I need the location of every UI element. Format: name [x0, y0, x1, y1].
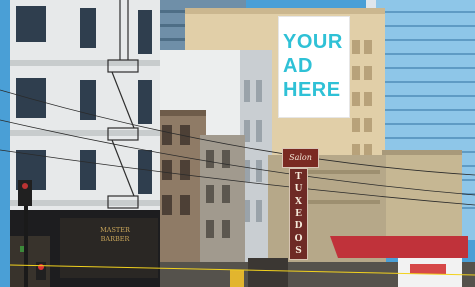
billboard-line-1: YOUR: [283, 31, 343, 53]
tuxedos-letter: E: [295, 208, 302, 219]
scene-illustration: [0, 0, 475, 287]
tuxedos-letter: S: [295, 245, 302, 256]
salon-sign: Salon: [282, 148, 319, 168]
pole-left: [24, 200, 28, 287]
tuxedos-sign: T U X E D O S: [289, 168, 308, 260]
barber-shop-sign: MASTER BARBER: [84, 226, 146, 252]
tuxedos-letter: X: [295, 196, 302, 207]
billboard-line-2: AD: [283, 55, 313, 77]
street-scene: YOUR AD HERE Salon T U X E D O S MASTER …: [0, 0, 475, 287]
tuxedos-letter: T: [295, 172, 302, 183]
billboard: YOUR AD HERE: [278, 16, 350, 118]
tuxedos-letter: O: [294, 233, 303, 244]
shop-sign-line-2: BARBER: [100, 235, 130, 243]
red-awning: [330, 236, 468, 258]
yellow-sign: [230, 270, 244, 287]
tuxedos-letter: U: [294, 184, 303, 195]
billboard-line-3: HERE: [283, 79, 341, 101]
shop-sign-line-1: MASTER: [100, 226, 130, 234]
tuxedos-letter: D: [294, 221, 303, 232]
